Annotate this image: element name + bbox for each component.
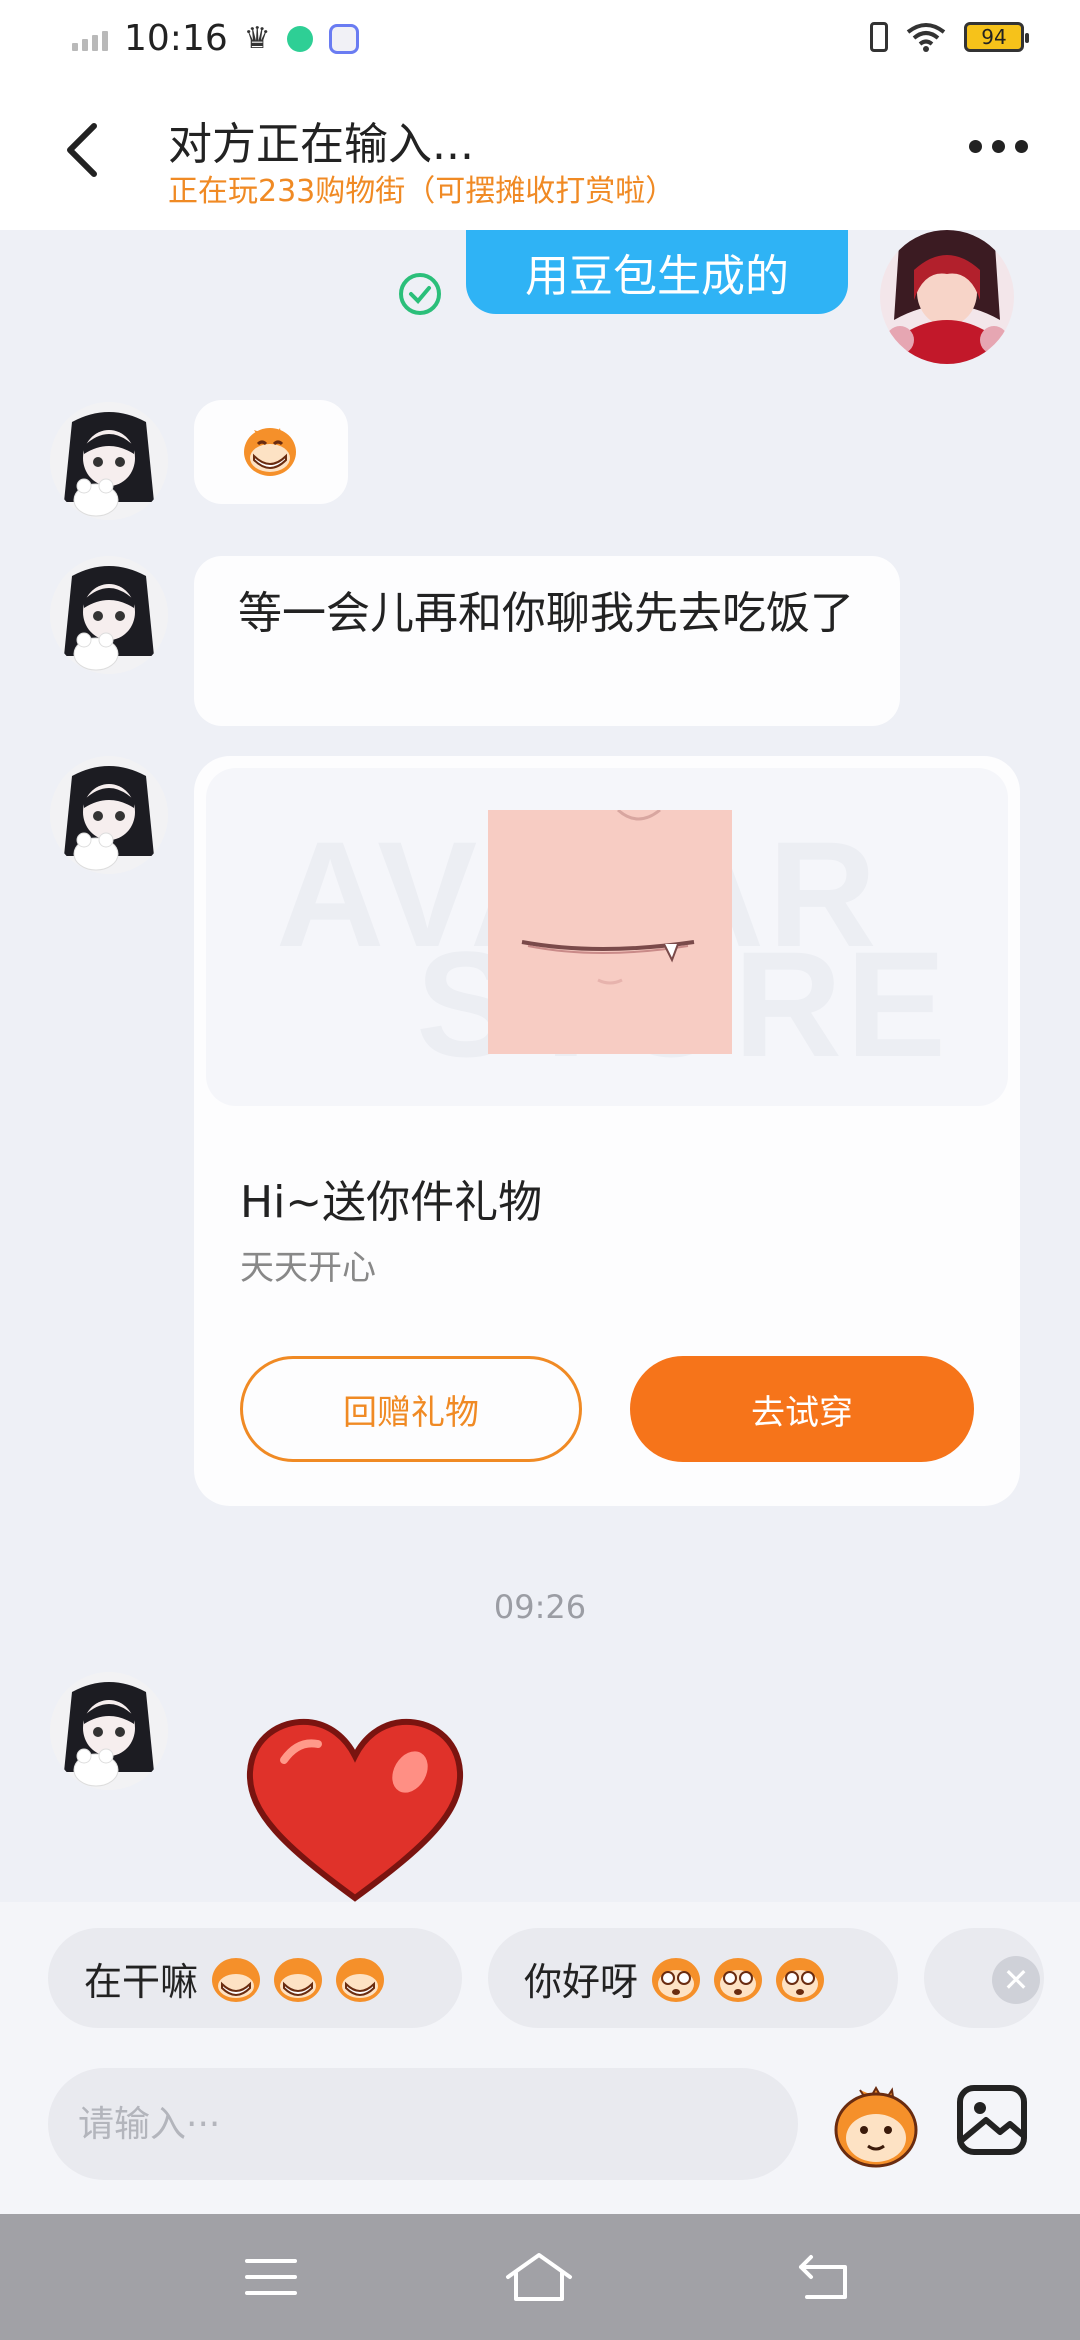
check-circle-icon: [399, 273, 441, 315]
app-notification-icon-2: [328, 23, 359, 54]
page-title: 对方正在输入...: [168, 119, 474, 170]
back-button[interactable]: [56, 120, 108, 180]
gift-item-image: [488, 808, 732, 1054]
chip-text: 你好呀: [524, 1959, 639, 2004]
user-status[interactable]: 正在玩233购物街（可摆摊收打赏啦）: [168, 166, 675, 210]
contact-avatar[interactable]: [50, 402, 168, 520]
contact-avatar[interactable]: [50, 556, 168, 674]
crown-icon: ♛: [243, 21, 271, 56]
chevron-left-icon: [67, 123, 97, 177]
monkey-face-icon[interactable]: [830, 2080, 922, 2172]
grinning-monkey-emoji: [244, 428, 296, 476]
grinning-monkey-emoji: [212, 1958, 385, 2002]
surprised-monkey-emoji: [652, 1958, 825, 2002]
contact-avatar[interactable]: [50, 756, 168, 874]
gift-description: 天天开心: [240, 1248, 376, 1288]
more-dots-icon: [969, 140, 982, 153]
status-left: 10:16 ♛: [72, 18, 359, 59]
battery-icon: 94: [964, 22, 1029, 52]
chat-header: 对方正在输入... 正在玩233购物街（可摆摊收打赏啦）: [0, 84, 1080, 230]
quick-reply-chip[interactable]: 在干嘛: [48, 1928, 462, 2028]
gift-title: Hi~送你件礼物: [240, 1177, 543, 1228]
sent-message-text: 用豆包生成的: [525, 251, 789, 302]
chat-area[interactable]: 用豆包生成的 等一会儿再和你聊我先去吃饭了 Hi~送你件礼物 天天开心 回赠礼物…: [0, 230, 1080, 1902]
cell-signal-icon: [72, 27, 108, 51]
sent-message-bubble[interactable]: 用豆包生成的: [466, 230, 848, 314]
try-on-button[interactable]: 去试穿: [630, 1356, 974, 1462]
menu-button[interactable]: [236, 2244, 306, 2310]
received-emoji-bubble[interactable]: [194, 400, 348, 504]
status-right: 94: [870, 22, 1029, 52]
contact-avatar[interactable]: [50, 1672, 168, 1790]
input-bar: [0, 2054, 1080, 2214]
app-notification-icon: [286, 25, 313, 52]
wifi-icon: [906, 23, 946, 52]
status-bar: 10:16 ♛ 94: [0, 0, 1080, 84]
vibrate-icon: [870, 22, 888, 52]
message-timestamp: 09:26: [493, 1588, 587, 1626]
menu-icon: [245, 2259, 297, 2295]
quick-reply-chip[interactable]: 你好呀: [488, 1928, 898, 2028]
red-heart-sticker[interactable]: [244, 1716, 466, 1902]
return-gift-button[interactable]: 回赠礼物: [240, 1356, 582, 1462]
image-icon[interactable]: [956, 2084, 1028, 2156]
status-time: 10:16: [124, 18, 228, 59]
chip-text: 在干嘛: [84, 1959, 199, 2004]
home-icon: [506, 2253, 572, 2301]
my-avatar[interactable]: [880, 230, 1014, 364]
return-icon: [799, 2255, 847, 2299]
quick-reply-bar: 在干嘛 你好呀 ✕: [0, 1902, 1080, 2054]
close-icon[interactable]: ✕: [992, 1956, 1040, 2004]
gift-card[interactable]: AVATAR STORE Hi~送你件礼物 天天开心 回赠礼物 去试穿: [194, 756, 1020, 1506]
received-text-bubble[interactable]: 等一会儿再和你聊我先去吃饭了: [194, 556, 900, 726]
message-text: 等一会儿再和你聊我先去吃饭了: [238, 588, 854, 639]
system-nav-bar: [0, 2214, 1080, 2340]
more-button[interactable]: [969, 140, 1028, 153]
back-nav-button[interactable]: [788, 2244, 858, 2310]
message-input[interactable]: [48, 2068, 798, 2180]
home-button[interactable]: [504, 2244, 574, 2310]
gift-preview: AVATAR STORE: [206, 768, 1008, 1106]
